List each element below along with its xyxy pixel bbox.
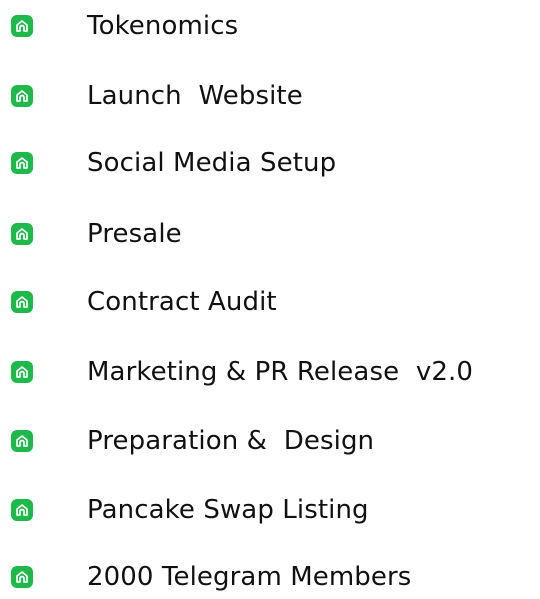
list-item-label: Contract Audit	[87, 287, 277, 317]
house-check-icon	[11, 223, 33, 245]
list-item-label: Presale	[87, 219, 182, 249]
house-check-icon	[11, 566, 33, 588]
list-item: 2000 Telegram Members	[0, 555, 540, 599]
house-check-icon	[11, 499, 33, 521]
list-item: Launch Website	[0, 74, 540, 118]
house-check-icon	[11, 85, 33, 107]
list-item-label: Preparation & Design	[87, 426, 375, 456]
list-item-label: Marketing & PR Release v2.0	[87, 357, 474, 387]
house-check-icon	[11, 361, 33, 383]
list-item-label: Social Media Setup	[87, 148, 337, 178]
house-check-icon	[11, 291, 33, 313]
list-item-label: 2000 Telegram Members	[87, 562, 412, 592]
list-item: Preparation & Design	[0, 419, 540, 463]
list-item-label: Launch Website	[87, 81, 303, 111]
list-item: Pancake Swap Listing	[0, 488, 540, 532]
list-item-label: Pancake Swap Listing	[87, 495, 369, 525]
house-check-icon	[11, 430, 33, 452]
list-item: Social Media Setup	[0, 141, 540, 185]
list-item: Tokenomics	[0, 4, 540, 48]
list-item-label: Tokenomics	[87, 11, 239, 41]
house-check-icon	[11, 15, 33, 37]
list-item: Contract Audit	[0, 280, 540, 324]
house-check-icon	[11, 152, 33, 174]
list-item: Presale	[0, 212, 540, 256]
list-item: Marketing & PR Release v2.0	[0, 350, 540, 394]
